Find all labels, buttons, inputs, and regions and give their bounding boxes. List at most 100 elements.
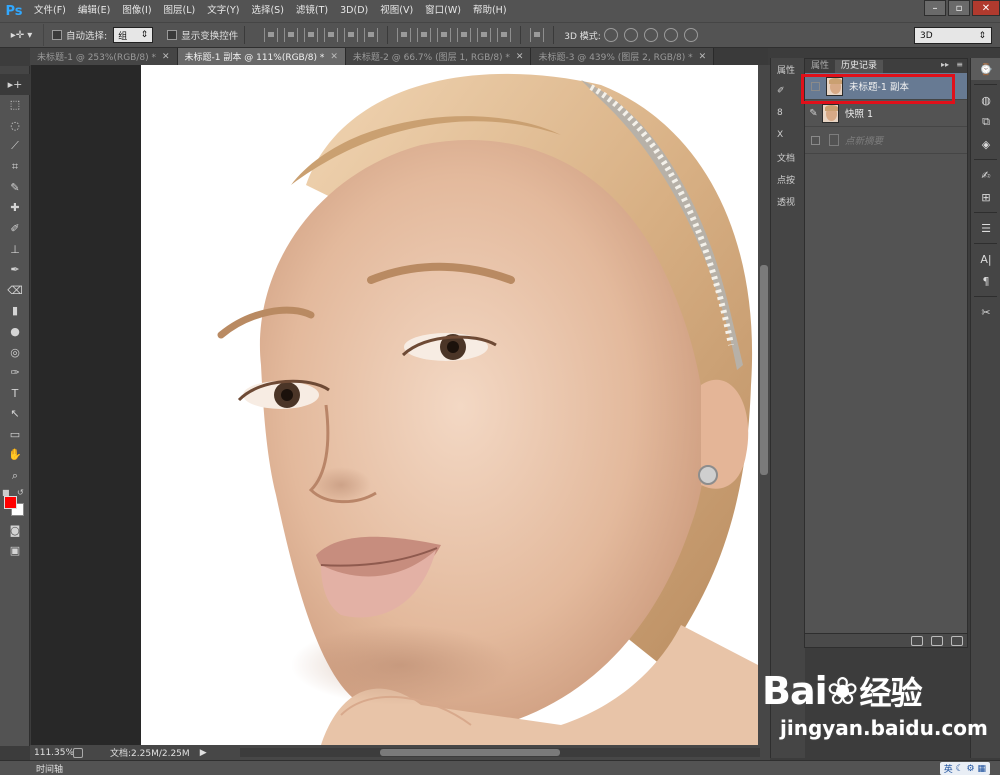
menu-filter[interactable]: 滤镜(T) — [290, 0, 334, 22]
layers-icon[interactable]: ⧉ — [971, 111, 1000, 133]
rectangle-tool-icon[interactable]: ▭ — [0, 424, 30, 445]
paragraph-icon[interactable]: ¶ — [971, 270, 1000, 292]
pen-tool-icon[interactable]: ✑ — [0, 362, 30, 383]
channels-icon[interactable]: ◈ — [971, 133, 1000, 155]
move-tool-icon[interactable]: ▸✛ ▾ — [0, 24, 44, 46]
camera-icon[interactable] — [931, 635, 943, 646]
canvas-area[interactable] — [31, 65, 758, 745]
workspace-dropdown[interactable]: 3D ⇕ — [914, 27, 992, 44]
history-state-row[interactable]: 点新摘要 — [805, 127, 967, 154]
auto-align-icon[interactable] — [530, 28, 545, 42]
tab-untitled-2[interactable]: 未标题-2 @ 66.7% (图层 1, RGB/8) * ✕ — [345, 48, 532, 65]
lasso-tool-icon[interactable]: ◌ — [0, 115, 30, 136]
dodge-tool-icon[interactable]: ◎ — [0, 342, 30, 363]
tab-untitled-1-copy[interactable]: 未标题-1 副本 @ 111%(RGB/8) * ✕ — [177, 48, 346, 65]
gradient-tool-icon[interactable]: ▮ — [0, 301, 30, 322]
scroll-thumb[interactable] — [760, 265, 768, 475]
tools-icon[interactable]: ✂ — [971, 301, 1000, 323]
clone-stamp-tool-icon[interactable]: ⊥ — [0, 239, 30, 260]
distribute-right-icon[interactable] — [497, 28, 512, 42]
align-vcenter-icon[interactable] — [284, 28, 299, 42]
menu-layer[interactable]: 图层(L) — [158, 0, 202, 22]
align-right-icon[interactable] — [364, 28, 379, 42]
align-hcenter-icon[interactable] — [344, 28, 359, 42]
swap-colors-icon[interactable]: ↺ — [17, 488, 24, 497]
type-tool-icon[interactable]: T — [0, 383, 30, 404]
3d-pan-icon[interactable] — [643, 28, 658, 42]
toolbox-header[interactable] — [0, 66, 29, 74]
3d-icon[interactable]: ◍ — [971, 89, 1000, 111]
align-top-icon[interactable] — [264, 28, 279, 42]
portrait-photo[interactable] — [141, 65, 758, 745]
3d-slide-icon[interactable] — [663, 28, 678, 42]
distribute-top-icon[interactable] — [397, 28, 412, 42]
menu-file[interactable]: 文件(F) — [28, 0, 72, 22]
3d-scale-icon[interactable] — [683, 28, 698, 42]
horizontal-scrollbar[interactable] — [240, 748, 760, 757]
panel-menu-icon[interactable]: ≡ — [956, 60, 963, 69]
menu-help[interactable]: 帮助(H) — [467, 0, 513, 22]
status-menu-icon[interactable]: ▶ — [200, 748, 207, 758]
3d-rotate-icon[interactable] — [603, 28, 618, 42]
collapse-icon[interactable]: ▸▸ — [941, 60, 949, 69]
align-left-icon[interactable] — [324, 28, 339, 42]
close-button[interactable]: ✕ — [972, 0, 1000, 16]
zoom-tool-icon[interactable]: ⌕ — [0, 465, 30, 486]
brush-presets-icon[interactable]: ✍ — [971, 164, 1000, 186]
healing-brush-tool-icon[interactable]: ✚ — [0, 198, 30, 219]
menu-edit[interactable]: 编辑(E) — [72, 0, 116, 22]
crop-tool-icon[interactable]: ⌗ — [0, 156, 30, 177]
menu-select[interactable]: 选择(S) — [245, 0, 289, 22]
history-brush-source-checkbox[interactable] — [811, 135, 820, 145]
history-brush-source-checkbox[interactable] — [811, 81, 820, 91]
menu-view[interactable]: 视图(V) — [374, 0, 419, 22]
status-info-icon[interactable] — [73, 747, 83, 758]
tab-untitled-3[interactable]: 未标题-3 @ 439% (图层 2, RGB/8) * ✕ — [531, 48, 715, 65]
brush-tool-icon[interactable]: ✐ — [0, 218, 30, 239]
character-icon[interactable]: A| — [971, 248, 1000, 270]
menu-window[interactable]: 窗口(W) — [419, 0, 467, 22]
distribute-left-icon[interactable] — [457, 28, 472, 42]
3d-roll-icon[interactable] — [623, 28, 638, 42]
align-bottom-icon[interactable] — [304, 28, 319, 42]
tab-history[interactable]: 历史记录 — [835, 60, 884, 73]
menu-image[interactable]: 图像(I) — [116, 0, 157, 22]
close-icon[interactable]: ✕ — [699, 52, 707, 62]
quick-mask-icon[interactable]: ◙ — [0, 520, 30, 541]
history-snapshot-row[interactable]: 未标题-1 副本 — [805, 73, 967, 100]
eyedropper-icon[interactable]: ✐ — [771, 80, 805, 102]
auto-select-dropdown[interactable]: 组 ⇕ — [113, 27, 154, 43]
ime-indicator[interactable]: 英 ☾ ⚙ ▦ — [939, 762, 990, 775]
scroll-thumb[interactable] — [380, 749, 560, 756]
timeline-tab[interactable]: 时间轴 — [36, 762, 63, 775]
history-icon[interactable]: ⌚ — [971, 58, 1000, 80]
dock-properties-tab[interactable]: 属性 — [771, 58, 805, 80]
blur-tool-icon[interactable]: ● — [0, 321, 30, 342]
new-document-from-state-icon[interactable] — [911, 635, 923, 646]
foreground-color-swatch[interactable] — [4, 495, 17, 509]
eyedropper-tool-icon[interactable]: ✎ — [0, 177, 30, 198]
zoom-level[interactable]: 111.35% — [30, 748, 74, 758]
tab-untitled-1[interactable]: 未标题-1 @ 253%(RGB/8) * ✕ — [30, 48, 178, 65]
distribute-bottom-icon[interactable] — [437, 28, 452, 42]
history-brush-tool-icon[interactable]: ✒ — [0, 259, 30, 280]
close-icon[interactable]: ✕ — [516, 52, 524, 62]
trash-icon[interactable] — [951, 635, 963, 646]
show-transform-checkbox[interactable] — [167, 30, 178, 40]
auto-select-checkbox[interactable] — [52, 30, 62, 40]
hand-tool-icon[interactable]: ✋ — [0, 445, 30, 466]
close-icon[interactable]: ✕ — [330, 52, 338, 62]
quick-select-tool-icon[interactable]: ⟋ — [0, 136, 30, 157]
screen-mode-icon[interactable]: ▣ — [0, 540, 30, 561]
vertical-scrollbar[interactable] — [758, 65, 770, 745]
menu-type[interactable]: 文字(Y) — [201, 0, 245, 22]
close-icon[interactable]: ✕ — [162, 52, 170, 62]
path-select-tool-icon[interactable]: ↖ — [0, 404, 30, 425]
maximize-button[interactable]: ▫ — [948, 0, 970, 16]
minimize-button[interactable]: – — [924, 0, 946, 16]
eraser-tool-icon[interactable]: ⌫ — [0, 280, 30, 301]
distribute-vcenter-icon[interactable] — [417, 28, 432, 42]
distribute-hcenter-icon[interactable] — [477, 28, 492, 42]
menu-3d[interactable]: 3D(D) — [334, 0, 374, 22]
tab-properties[interactable]: 属性 — [805, 60, 835, 73]
